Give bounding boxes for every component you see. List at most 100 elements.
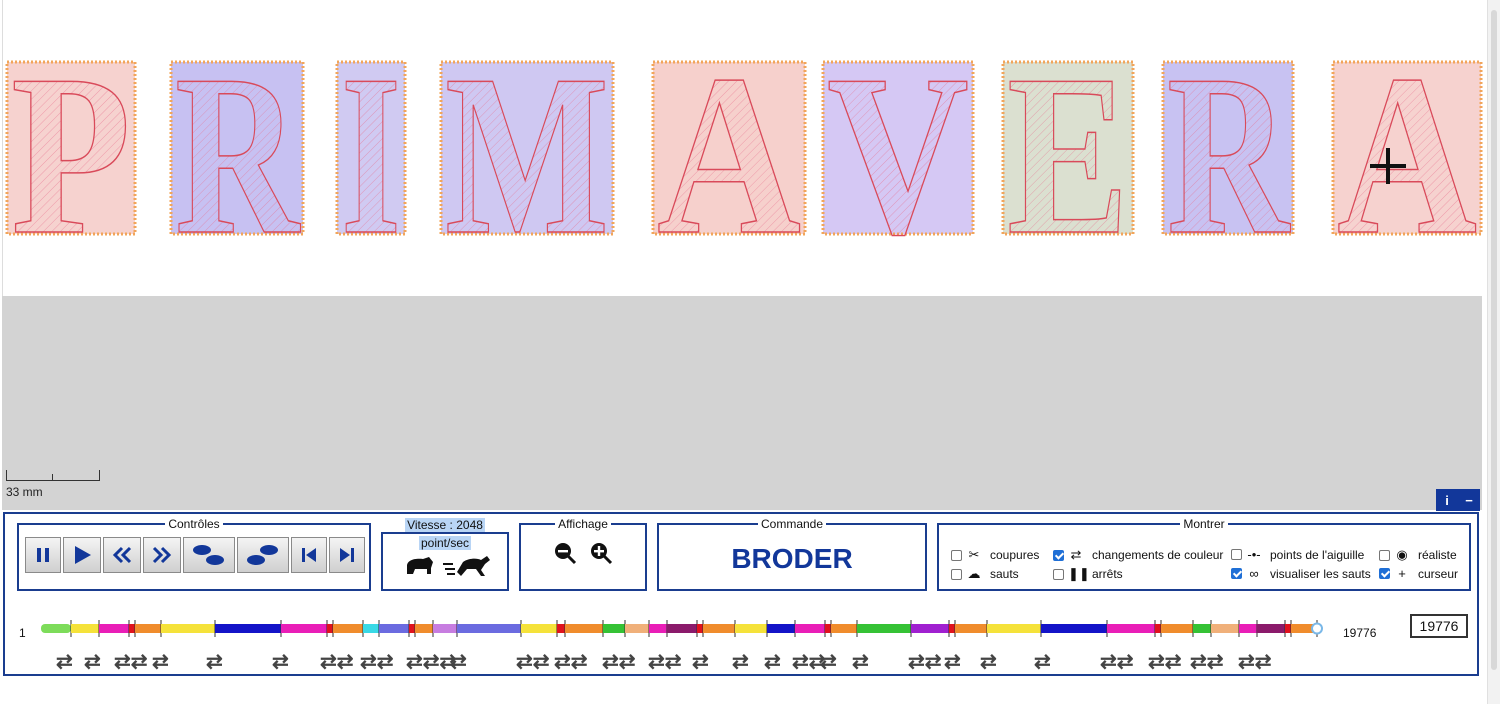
timeline-segment[interactable] — [955, 624, 987, 633]
timeline-segment[interactable] — [565, 624, 603, 633]
color-change-icon[interactable]: ⇄⇄ — [1100, 650, 1134, 674]
timeline-segment[interactable] — [415, 624, 433, 633]
timeline-segment[interactable] — [71, 624, 99, 633]
color-change-icon[interactable]: ⇄ — [764, 650, 781, 674]
timeline-segment[interactable] — [697, 624, 703, 633]
timeline-segment[interactable] — [795, 624, 825, 633]
timeline-segment[interactable] — [625, 624, 649, 633]
vertical-scrollbar[interactable] — [1487, 0, 1500, 704]
color-change-icon[interactable]: ⇄⇄⇄ — [406, 650, 456, 674]
checkbox[interactable] — [1379, 568, 1390, 579]
timeline-segment[interactable] — [1155, 624, 1161, 633]
color-change-icon[interactable]: ⇄ — [152, 650, 169, 674]
timeline-segment[interactable] — [333, 624, 363, 633]
timeline-segment[interactable] — [825, 624, 831, 633]
timeline-segment[interactable] — [327, 624, 333, 633]
last-stitch-button[interactable] — [329, 537, 365, 573]
timeline-segment[interactable] — [379, 624, 409, 633]
timeline-segment[interactable] — [603, 624, 625, 633]
checkbox[interactable] — [1379, 549, 1390, 561]
timeline-segment[interactable] — [409, 624, 415, 633]
current-stitch-input[interactable]: 19776 — [1410, 614, 1468, 638]
checkbox[interactable] — [1053, 568, 1064, 580]
show-option-2[interactable]: ☁ sauts — [951, 566, 1019, 582]
timeline-segment[interactable] — [129, 624, 135, 633]
timeline-segment[interactable] — [1107, 624, 1155, 633]
timeline-segment[interactable] — [1193, 624, 1211, 633]
timeline-segment[interactable] — [1041, 624, 1107, 633]
play-button[interactable] — [63, 537, 101, 573]
color-change-icon[interactable]: ⇄ — [980, 650, 997, 674]
color-change-icon[interactable]: ⇄ — [692, 650, 709, 674]
color-change-icon[interactable]: ⇄ — [732, 650, 749, 674]
color-change-icon[interactable]: ⇄ — [206, 650, 223, 674]
color-change-icon[interactable]: ⇄ — [450, 650, 467, 674]
timeline-segment[interactable] — [363, 624, 379, 633]
color-change-icon[interactable]: ⇄ — [1034, 650, 1051, 674]
checkbox[interactable] — [1053, 549, 1064, 561]
timeline-segment[interactable] — [911, 624, 949, 633]
timeline-segment[interactable] — [135, 624, 161, 633]
timeline-segment[interactable] — [433, 624, 457, 633]
zoom-in-icon[interactable] — [589, 541, 613, 565]
timeline-segment[interactable] — [767, 624, 795, 633]
timeline-segment[interactable] — [99, 624, 129, 633]
color-change-icon[interactable]: ⇄⇄ — [648, 650, 682, 674]
timeline-segment[interactable] — [41, 624, 71, 633]
timeline-segment[interactable] — [457, 624, 521, 633]
timeline-segment[interactable] — [649, 624, 667, 633]
fast-forward-button[interactable] — [143, 537, 181, 573]
color-change-icon[interactable]: ⇄⇄ — [1148, 650, 1182, 674]
step-back-button[interactable] — [183, 537, 235, 573]
timeline-segment[interactable] — [215, 624, 281, 633]
color-change-icon[interactable]: ⇄⇄ — [516, 650, 550, 674]
timeline-segment[interactable] — [1257, 624, 1285, 633]
timeline-segment[interactable] — [1211, 624, 1239, 633]
step-forward-button[interactable] — [237, 537, 289, 573]
first-stitch-button[interactable] — [291, 537, 327, 573]
color-change-icon[interactable]: ⇄ — [272, 650, 289, 674]
timeline-segment[interactable] — [667, 624, 697, 633]
show-option-3[interactable]: ⇄ changements de couleur — [1053, 547, 1223, 563]
timeline-segment[interactable] — [735, 624, 767, 633]
timeline-segment[interactable] — [1285, 624, 1291, 633]
design-canvas[interactable]: PRIMAVERA — [2, 0, 1483, 296]
timeline-segment[interactable] — [1161, 624, 1193, 633]
show-option-5[interactable]: -•- points de l'aiguille — [1231, 547, 1364, 562]
color-change-icon[interactable]: ⇄ — [84, 650, 101, 674]
checkbox[interactable] — [951, 568, 962, 580]
color-change-icon[interactable]: ⇄⇄ — [554, 650, 588, 674]
zoom-out-icon[interactable] — [553, 541, 577, 565]
timeline-segment[interactable] — [857, 624, 911, 633]
broder-button[interactable]: BRODER — [659, 543, 925, 575]
color-change-icon[interactable]: ⇄⇄ — [908, 650, 942, 674]
info-button[interactable]: i — [1436, 489, 1458, 511]
timeline-segment[interactable] — [1239, 624, 1257, 633]
pause-button[interactable] — [25, 537, 61, 573]
show-option-8[interactable]: + curseur — [1379, 566, 1458, 581]
scrollbar-thumb[interactable] — [1491, 10, 1497, 670]
timeline-segment[interactable] — [703, 624, 735, 633]
timeline-segment[interactable] — [521, 624, 557, 633]
color-change-icon[interactable]: ⇄⇄ — [1238, 650, 1272, 674]
timeline-segment[interactable] — [281, 624, 327, 633]
color-change-icon[interactable]: ⇄⇄ — [602, 650, 636, 674]
color-change-icon[interactable]: ⇄⇄ — [1190, 650, 1224, 674]
color-change-icon[interactable]: ⇄ — [56, 650, 73, 674]
checkbox[interactable] — [1231, 568, 1242, 579]
timeline-segment[interactable] — [987, 624, 1041, 633]
rewind-button[interactable] — [103, 537, 141, 573]
color-change-icon[interactable]: ⇄ — [944, 650, 961, 674]
checkbox[interactable] — [1231, 549, 1242, 560]
show-option-4[interactable]: ❚❚ arrêts — [1053, 566, 1123, 582]
color-change-icon[interactable]: ⇄⇄ — [114, 650, 148, 674]
color-change-icon[interactable]: ⇄⇄ — [360, 650, 394, 674]
color-change-icon[interactable]: ⇄⇄ — [320, 650, 354, 674]
checkbox[interactable] — [951, 549, 962, 561]
minimize-button[interactable]: − — [1458, 489, 1480, 511]
show-option-1[interactable]: ✂ coupures — [951, 547, 1039, 563]
color-change-icon[interactable]: ⇄ — [820, 650, 837, 674]
stitch-timeline[interactable] — [37, 619, 1337, 639]
timeline-segment[interactable] — [557, 624, 565, 633]
show-option-7[interactable]: ◉ réaliste — [1379, 547, 1457, 563]
